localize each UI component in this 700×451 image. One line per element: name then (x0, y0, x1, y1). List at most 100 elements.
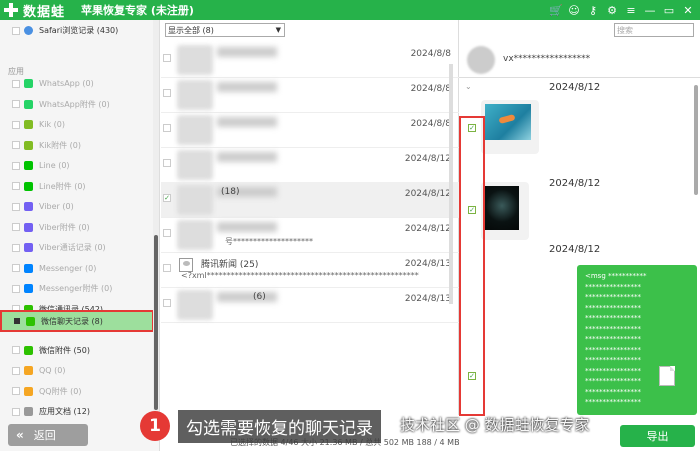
sidebar-item[interactable]: Viber附件 (0) (0, 217, 154, 238)
minimize-icon[interactable]: — (644, 4, 656, 17)
checkbox[interactable] (12, 407, 20, 416)
list-item[interactable]: 2024/8/8 (161, 42, 459, 78)
sidebar-item[interactable]: QQ (0) (0, 360, 154, 381)
message-checkbox[interactable]: ✓ (468, 372, 476, 380)
wechat-attachment-icon (24, 345, 33, 355)
list-scrollbar[interactable] (449, 64, 453, 304)
message-checkbox[interactable]: ✓ (468, 124, 476, 132)
kik-attachment-icon (24, 140, 33, 150)
sidebar-item[interactable]: Line (0) (0, 155, 154, 176)
message-text-line: **************** (585, 314, 641, 322)
message-preview: 号******************** (225, 237, 313, 246)
sidebar-item[interactable]: WhatsApp (0) (0, 73, 154, 94)
logo-text: 数据蛙 (23, 4, 66, 20)
list-item[interactable]: (6) 2024/8/13 (161, 287, 459, 323)
qq-attachment-icon (24, 386, 33, 396)
checkbox[interactable] (12, 141, 20, 149)
sidebar-item[interactable]: Kik (0) (0, 114, 154, 135)
checkbox[interactable] (163, 264, 171, 272)
sidebar: Safari浏览记录 (430) 应用 WhatsApp (0) WhatsApp… (0, 20, 160, 451)
chat-scrollbar[interactable] (694, 85, 698, 195)
sidebar-item[interactable]: WhatsApp附件 (0) (0, 94, 154, 115)
checkbox[interactable] (12, 161, 20, 170)
menu-icon[interactable]: ≡ (625, 4, 637, 17)
checkbox[interactable] (12, 387, 20, 395)
back-button[interactable]: « 返回 (8, 424, 88, 446)
photo-thumbnail[interactable] (485, 186, 519, 230)
sidebar-item[interactable]: Messenger附件 (0) (0, 278, 154, 299)
list-item[interactable]: 2024/8/8 (161, 112, 459, 148)
list-item[interactable]: 2024/8/8 (161, 77, 459, 113)
list-item[interactable]: 腾讯新闻 (25) <?xml**************************… (161, 252, 459, 288)
settings-icon[interactable]: ⚙ (606, 4, 618, 17)
checkbox[interactable] (163, 229, 171, 237)
checkbox[interactable]: ✓ (163, 194, 171, 202)
checkbox[interactable] (12, 182, 20, 190)
checkbox[interactable] (163, 159, 171, 167)
checkbox[interactable] (163, 89, 171, 97)
sidebar-item[interactable]: Line附件 (0) (0, 176, 154, 197)
sidebar-item-label: Line (0) (39, 161, 70, 170)
sidebar-item[interactable]: Messenger (0) (0, 258, 154, 279)
text-message-bubble[interactable]: <msg *********** **************** ********… (577, 265, 697, 415)
viber-attachment-icon (24, 222, 33, 232)
photo-thumbnail[interactable] (485, 104, 531, 140)
contact-name: vx***************** (503, 54, 591, 64)
key-icon[interactable]: ⚷ (587, 4, 599, 17)
filter-select[interactable]: 显示全部 (8) ▼ (165, 23, 285, 37)
search-input[interactable]: 搜索 (614, 23, 694, 37)
checkbox[interactable] (12, 202, 20, 211)
checkbox[interactable] (12, 26, 20, 35)
checkbox[interactable] (12, 346, 20, 354)
checkbox[interactable] (163, 124, 171, 132)
chevron-down-icon[interactable]: ⌄ (465, 82, 472, 91)
close-icon[interactable]: ✕ (682, 4, 694, 17)
message-date: 2024/8/8 (410, 84, 451, 94)
checkbox[interactable] (12, 223, 20, 231)
sidebar-item[interactable]: Viber (0) (0, 196, 154, 217)
sidebar-item[interactable]: Viber通话记录 (0) (0, 237, 154, 258)
message-date: 2024/8/12 (404, 189, 451, 199)
list-item[interactable]: 2024/8/12 (161, 147, 459, 183)
cart-icon[interactable]: 🛒 (549, 4, 563, 17)
plus-logo-icon (4, 3, 18, 17)
window-controls: 🛒 ☺ ⚷ ⚙ ≡ — ▭ ✕ (549, 4, 694, 17)
blurred-name (217, 292, 277, 302)
checkbox[interactable] (12, 284, 20, 293)
file-icon[interactable] (659, 366, 675, 386)
sidebar-scrollbar[interactable] (153, 20, 159, 415)
image-message[interactable] (481, 100, 539, 154)
list-item[interactable]: ✓ (18) 2024/8/12 (161, 182, 459, 218)
checkbox[interactable] (12, 243, 20, 252)
message-text-line: **************** (585, 324, 641, 333)
list-item[interactable]: 号******************** 2024/8/12 (161, 217, 459, 253)
scrollbar-thumb[interactable] (154, 235, 158, 410)
avatar (177, 290, 213, 320)
user-icon[interactable]: ☺ (568, 4, 580, 17)
checkbox[interactable] (12, 79, 20, 88)
sidebar-item[interactable]: QQ附件 (0) (0, 381, 154, 402)
message-checkbox[interactable]: ✓ (468, 206, 476, 214)
sidebar-item-label: Messenger附件 (0) (39, 284, 113, 293)
news-avatar-icon (179, 258, 193, 272)
checkbox[interactable] (163, 299, 171, 307)
chat-date: 2024/8/12 (549, 82, 601, 93)
sidebar-item-safari-history[interactable]: Safari浏览记录 (430) (0, 20, 154, 41)
checkbox[interactable] (12, 120, 20, 129)
checkbox[interactable] (163, 54, 171, 62)
image-message[interactable] (481, 182, 529, 240)
checkbox[interactable] (12, 264, 20, 272)
checkbox[interactable] (12, 100, 20, 108)
contact-name: (6) (253, 292, 266, 302)
checkbox[interactable] (12, 366, 20, 375)
sidebar-item[interactable]: Kik附件 (0) (0, 135, 154, 156)
restore-icon[interactable]: ▭ (663, 4, 675, 17)
sidebar-item[interactable]: 微信聊天记录 (8) (0, 310, 154, 332)
message-text-line: <msg *********** (585, 272, 647, 280)
checkbox-highlight-box (459, 116, 485, 416)
checkbox[interactable] (14, 318, 20, 324)
sidebar-item-label: Viber附件 (0) (39, 222, 90, 232)
sidebar-item[interactable]: 微信附件 (50) (0, 340, 154, 361)
sidebar-item[interactable]: 应用文档 (12) (0, 401, 154, 422)
back-arrow-icon: « (16, 428, 24, 442)
